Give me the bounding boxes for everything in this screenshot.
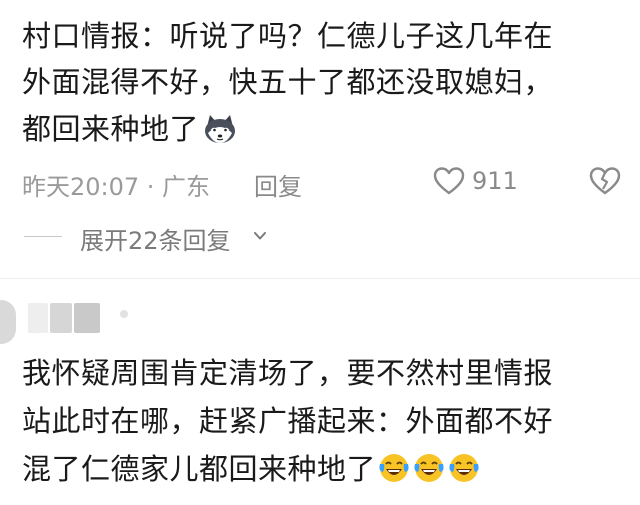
broken-heart-icon[interactable] [588, 165, 622, 197]
laugh-cry-emoji-icon [449, 454, 479, 482]
comment-1-meta: 昨天20:07 · 广东 回复 911 [22, 165, 640, 201]
comment-1-text-line-3-content: 都回来种地了 [22, 112, 200, 146]
comment-2-text-line-2: 站此时在哪，赶紧广播起来：外面都不好 [22, 404, 554, 438]
blurred-username-part [74, 303, 100, 333]
comment-1-text-line-2: 外面混得不好，快五十了都还没取媳妇， [22, 65, 554, 99]
expand-replies-label[interactable]: 展开22条回复 [80, 221, 231, 256]
laugh-cry-emoji-icon [379, 454, 409, 482]
husky-emoji-icon [205, 115, 236, 143]
laugh-cry-emoji-icon [414, 454, 444, 482]
blurred-username-part [50, 303, 72, 333]
comment-2-text-line-3-content: 混了仁德家儿都回来种地了 [22, 452, 377, 486]
comment-1-like-count: 911 [472, 167, 518, 195]
blurred-badge [120, 310, 128, 318]
avatar[interactable] [0, 300, 16, 344]
comment-2-text-line-1: 我怀疑周围肯定清场了，要不然村里情报 [22, 356, 554, 390]
comment-1-reply-button[interactable]: 回复 [254, 167, 302, 202]
heart-outline-icon[interactable] [432, 165, 466, 197]
comment-1-text-line-1: 村口情报：听说了吗？仁德儿子这几年在 [22, 19, 554, 53]
comment-1-time-location: 昨天20:07 · 广东 [22, 173, 211, 201]
chevron-down-icon[interactable] [252, 228, 268, 244]
comment-divider [0, 278, 640, 279]
comment-2-text-line-3: 混了仁德家儿都回来种地了 [22, 446, 481, 492]
expand-divider-line [24, 236, 62, 237]
comment-1-text-line-3: 都回来种地了 [22, 106, 239, 152]
blurred-username [28, 303, 48, 333]
